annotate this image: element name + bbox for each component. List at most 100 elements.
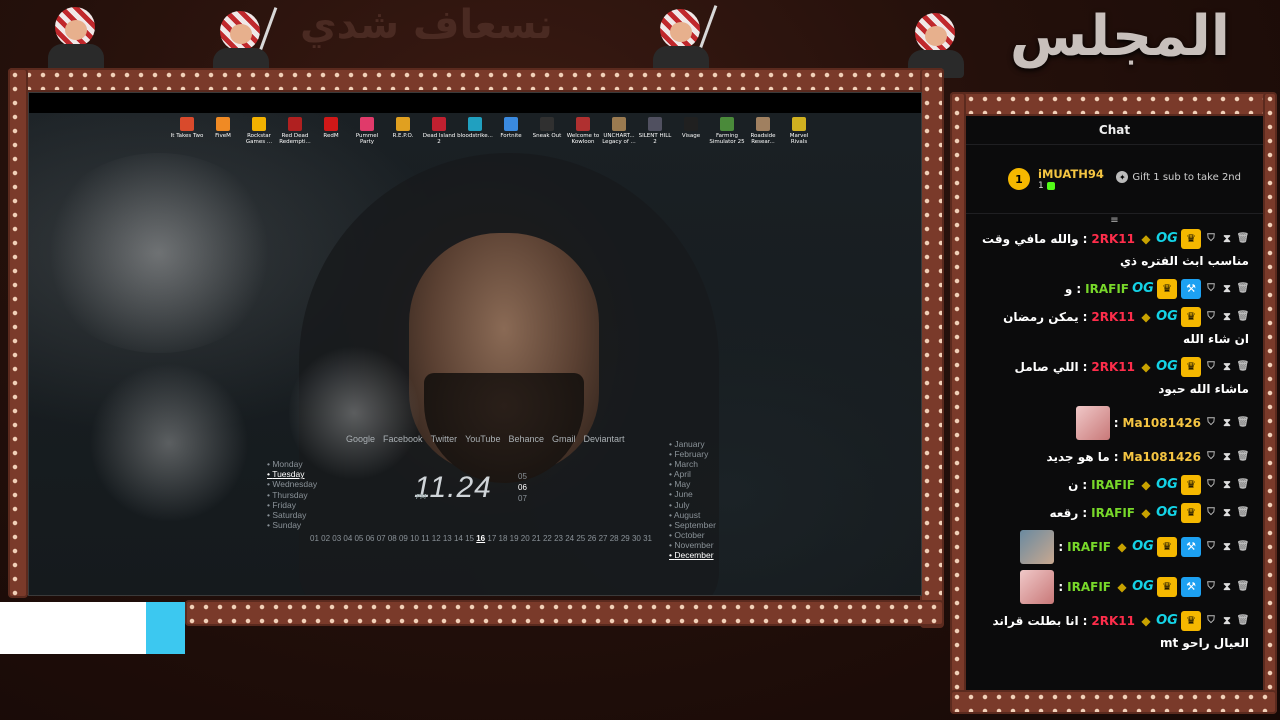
desktop-icon[interactable]: UNCHART... Legacy of ... bbox=[601, 117, 637, 145]
month-item: • May bbox=[669, 479, 691, 490]
moderator-badge-icon: ⚒ bbox=[1181, 279, 1201, 299]
chat-username[interactable]: 2RK11 bbox=[1091, 306, 1135, 328]
moderator-badge-icon: ⚒ bbox=[1181, 577, 1201, 597]
desktop-icon[interactable]: Marvel Rivals bbox=[781, 117, 817, 145]
top-gifter-name[interactable]: iMUATH94 bbox=[1038, 167, 1104, 181]
delete-icon[interactable]: 🗑 bbox=[1237, 229, 1250, 249]
mascot-figure bbox=[205, 6, 278, 76]
delete-icon[interactable]: 🗑 bbox=[1237, 447, 1250, 467]
og-badge-icon: OG bbox=[1156, 505, 1178, 520]
app-icon bbox=[216, 117, 230, 131]
desktop-icon[interactable]: Pummel Party bbox=[349, 117, 385, 145]
chat-username[interactable]: Ma1081426 bbox=[1123, 446, 1202, 468]
timeout-icon[interactable]: ⧗ bbox=[1221, 447, 1233, 467]
timeout-icon[interactable]: ⧗ bbox=[1221, 229, 1233, 249]
chat-username[interactable]: 2RK11 bbox=[1091, 610, 1135, 632]
desktop-icon-label: SILENT HILL 2 bbox=[638, 133, 672, 145]
timeout-icon[interactable]: ⧗ bbox=[1221, 577, 1233, 597]
chat-username[interactable]: IRAFIF bbox=[1067, 536, 1111, 558]
app-icon bbox=[684, 117, 698, 131]
app-icon bbox=[252, 117, 266, 131]
chat-username[interactable]: 2RK11 bbox=[1091, 356, 1135, 378]
chat-message-text: يمكن رمضان bbox=[1003, 310, 1079, 324]
delete-icon[interactable]: 🗑 bbox=[1237, 537, 1250, 557]
chat-username[interactable]: IRAFIF bbox=[1091, 502, 1135, 524]
desktop-icon[interactable]: Roadside Resear... bbox=[745, 117, 781, 145]
delete-icon[interactable]: 🗑 bbox=[1237, 413, 1250, 433]
desktop-icon[interactable]: Visage bbox=[673, 117, 709, 145]
sub-badge-icon: ◆ bbox=[1117, 540, 1127, 554]
desktop-icon[interactable]: FiveM bbox=[205, 117, 241, 145]
overlay-cyan-box bbox=[146, 602, 185, 654]
quick-link[interactable]: Behance bbox=[508, 434, 544, 444]
desktop-icon[interactable]: Farming Simulator 25 bbox=[709, 117, 745, 145]
sub-badge-icon: ◆ bbox=[1141, 614, 1151, 628]
delete-icon[interactable]: 🗑 bbox=[1237, 475, 1250, 495]
delete-icon[interactable]: 🗑 bbox=[1237, 357, 1250, 377]
app-icon bbox=[756, 117, 770, 131]
weekday-list: • Monday • Tuesday • Wednesday • Thursday • … bbox=[267, 459, 317, 530]
delete-icon[interactable]: 🗑 bbox=[1237, 279, 1250, 299]
chat-message-text: والله مافي وقت bbox=[982, 232, 1079, 246]
timeout-icon[interactable]: ⧗ bbox=[1221, 307, 1233, 327]
app-icon bbox=[360, 117, 374, 131]
quick-link[interactable]: Gmail bbox=[552, 434, 576, 444]
timeout-icon[interactable]: ⧗ bbox=[1221, 413, 1233, 433]
desktop-icon-label: Fortnite bbox=[500, 133, 522, 139]
rank-badge: 1 bbox=[1008, 168, 1030, 190]
timeout-icon[interactable]: ⧗ bbox=[1221, 357, 1233, 377]
delete-icon[interactable]: 🗑 bbox=[1237, 611, 1250, 631]
chat-username[interactable]: IRAFIF bbox=[1091, 474, 1135, 496]
timeout-icon[interactable]: ⧗ bbox=[1221, 503, 1233, 523]
quick-links: Google Facebook Twitter YouTube Behance Gmail… bbox=[346, 434, 633, 444]
gift-sub-button[interactable]: ✦ Gift 1 sub to take 2nd bbox=[1116, 171, 1241, 183]
weekday-item: • Sunday bbox=[267, 520, 302, 531]
frame-right bbox=[920, 68, 944, 628]
chat-username[interactable]: IRAFIF bbox=[1085, 278, 1129, 300]
shield-icon: ⛉ bbox=[1207, 581, 1215, 592]
timeout-icon[interactable]: ⧗ bbox=[1221, 475, 1233, 495]
timeout-icon[interactable]: ⧗ bbox=[1221, 611, 1233, 631]
desktop-icon[interactable]: RedM bbox=[313, 117, 349, 145]
delete-icon[interactable]: 🗑 bbox=[1237, 577, 1250, 597]
app-icon bbox=[468, 117, 482, 131]
month-item: • March bbox=[669, 459, 698, 470]
timeout-icon[interactable]: ⧗ bbox=[1221, 537, 1233, 557]
quick-link[interactable]: Facebook bbox=[383, 434, 423, 444]
chat-message: 🗑 ⧗ ⛉ ♛ OG ◆ IRAFIF: رقعه bbox=[980, 502, 1249, 524]
chat-scroll-icon[interactable]: ≡ bbox=[966, 214, 1263, 228]
desktop-icon[interactable]: Rockstar Games ... bbox=[241, 117, 277, 145]
quick-link[interactable]: Twitter bbox=[431, 434, 458, 444]
desktop-icon[interactable]: bloodstrike... bbox=[457, 117, 493, 145]
quick-link[interactable]: Deviantart bbox=[584, 434, 625, 444]
desktop-icon[interactable]: Welcome to Kowloon bbox=[565, 117, 601, 145]
desktop-icon[interactable]: Red Dead Redempti... bbox=[277, 117, 313, 145]
desktop-icon-row: It Takes Two FiveM Rockstar Games ... Red D… bbox=[169, 117, 817, 145]
desktop-icon-label: Rockstar Games ... bbox=[245, 133, 273, 145]
desktop-icon-label: R.E.P.O. bbox=[392, 133, 414, 139]
desktop-icon-label: UNCHART... Legacy of ... bbox=[602, 133, 636, 145]
chat-username[interactable]: IRAFIF bbox=[1067, 576, 1111, 598]
desktop-icon[interactable]: Dead Island 2 bbox=[421, 117, 457, 145]
delete-icon[interactable]: 🗑 bbox=[1237, 503, 1250, 523]
quick-link[interactable]: Google bbox=[346, 434, 375, 444]
og-badge-icon: OG bbox=[1156, 477, 1178, 492]
desktop-icon-label: Red Dead Redempti... bbox=[279, 133, 311, 145]
sub-badge-icon: ◆ bbox=[1141, 478, 1151, 492]
chat-frame-top bbox=[950, 92, 1270, 116]
desktop-icon[interactable]: Sneak Out bbox=[529, 117, 565, 145]
desktop-icon[interactable]: It Takes Two bbox=[169, 117, 205, 145]
shield-icon: ⛉ bbox=[1207, 311, 1215, 322]
chat-username[interactable]: 2RK11 bbox=[1091, 228, 1135, 250]
month-item: • August bbox=[669, 509, 701, 520]
banner-logo: المجلس bbox=[1009, 4, 1230, 69]
desktop-icon[interactable]: SILENT HILL 2 bbox=[637, 117, 673, 145]
timeout-icon[interactable]: ⧗ bbox=[1221, 279, 1233, 299]
quick-link[interactable]: YouTube bbox=[465, 434, 500, 444]
gift-count: 1 bbox=[1038, 181, 1104, 191]
delete-icon[interactable]: 🗑 bbox=[1237, 307, 1250, 327]
desktop-icon[interactable]: Fortnite bbox=[493, 117, 529, 145]
desktop-icon[interactable]: R.E.P.O. bbox=[385, 117, 421, 145]
og-badge-icon: OG bbox=[1156, 613, 1178, 628]
chat-username[interactable]: Ma1081426 bbox=[1123, 412, 1202, 434]
